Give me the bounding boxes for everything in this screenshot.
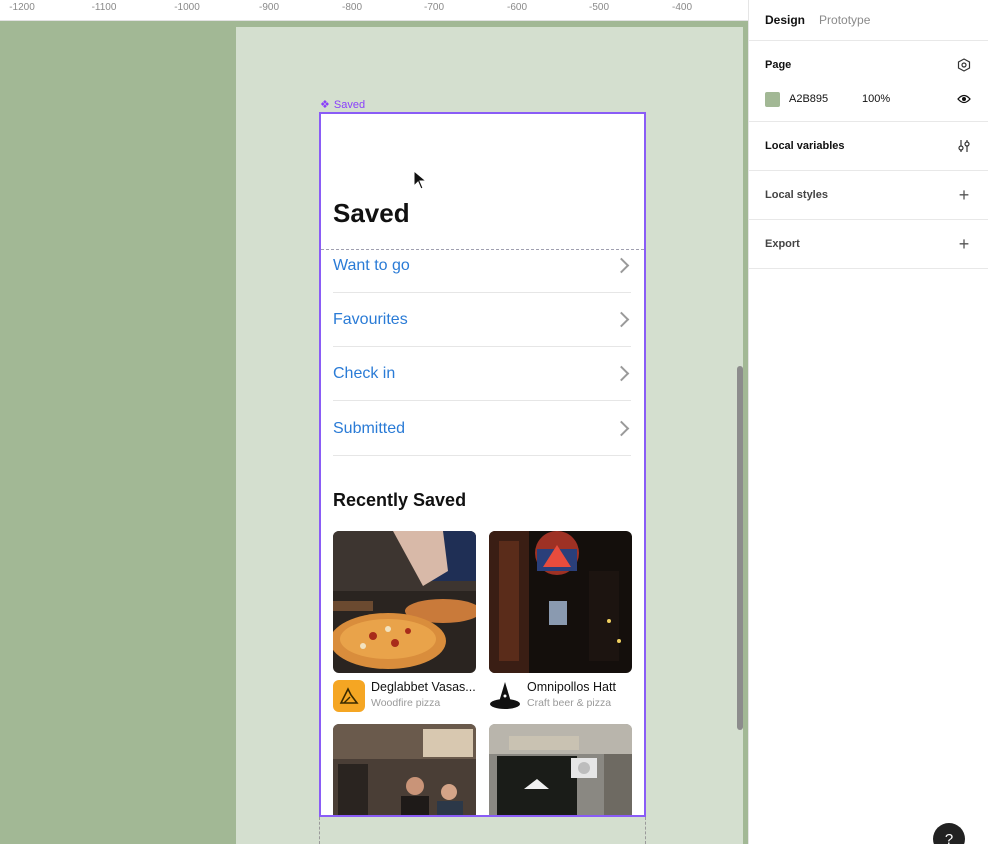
mouse-cursor-icon [413,169,429,195]
place-photo [489,531,632,673]
page-section-header: Page [765,41,972,89]
page-color-hex[interactable]: A2B895 [789,93,862,105]
place-category: Woodfire pizza [371,697,441,709]
ruler-tick-label: -700 [423,2,445,13]
ruler-tick-label: -600 [506,2,528,13]
frame-label[interactable]: ❖ Saved [320,98,366,112]
local-styles-section: Local styles + [749,171,988,220]
saved-frame[interactable]: Saved Want to go Favourites Check in Sub… [319,112,646,817]
ruler-tick-label: -1000 [174,2,200,13]
export-title: Export [765,238,800,250]
page-section-title: Page [765,59,792,71]
chevron-right-icon [613,311,630,328]
saved-place-card[interactable] [333,724,476,815]
horizontal-ruler: -1200 -1100 -1000 -900 -800 -700 -600 -5… [0,0,748,21]
tab-design[interactable]: Design [765,13,805,40]
ruler-tick-label: -400 [671,2,693,13]
place-photo [333,724,476,815]
canvas[interactable]: -1200 -1100 -1000 -900 -800 -700 -600 -5… [0,0,748,844]
saved-place-card[interactable] [489,724,632,815]
local-variables-header[interactable]: Local variables [765,122,972,170]
page-color-row[interactable]: A2B895 100% [765,89,972,121]
chevron-right-icon [613,257,630,274]
ruler-tick-label: -500 [588,2,610,13]
place-name: Omnipollos Hatt [527,680,616,694]
chevron-right-icon [613,365,630,382]
list-row-label: Want to go [333,256,410,274]
list-row-check-in[interactable]: Check in [333,347,631,401]
panel-tabs: Design Prototype [749,0,988,41]
place-name: Deglabbet Vasas... [371,680,476,694]
list-row-favourites[interactable]: Favourites [333,293,631,347]
plus-icon[interactable]: + [956,186,972,204]
place-logo-icon [333,680,365,712]
list-row-label: Check in [333,364,396,382]
export-header[interactable]: Export + [765,220,972,268]
list-row-label: Submitted [333,419,406,437]
tab-prototype[interactable]: Prototype [819,13,870,40]
saved-place-card[interactable]: Omnipollos Hatt Craft beer & pizza [489,531,632,712]
place-photo [333,531,476,673]
page-section: Page A2B895 100% [749,41,988,122]
ruler-tick-label: -900 [258,2,280,13]
page-settings-icon[interactable] [956,57,972,73]
local-variables-section: Local variables [749,122,988,171]
properties-panel: Design Prototype Page A2B895 100% Local … [748,0,988,844]
plus-icon[interactable]: + [956,235,972,253]
list-row-label: Favourites [333,310,408,328]
page-color-swatch[interactable] [765,91,780,107]
local-styles-title: Local styles [765,189,828,201]
export-section: Export + [749,220,988,269]
chevron-right-icon [613,420,630,437]
frame-overflow-guide [319,817,646,844]
recently-saved-heading: Recently Saved [333,490,467,510]
saved-place-card[interactable]: Deglabbet Vasas... Woodfire pizza [333,531,476,712]
list-row-submitted[interactable]: Submitted [333,402,631,456]
ruler-tick-label: -1100 [91,2,117,13]
place-category: Craft beer & pizza [527,697,612,709]
frame-label-text: Saved [333,98,366,111]
sliders-icon[interactable] [956,138,972,154]
ruler-tick-label: -1200 [9,2,35,13]
witch-hat-logo-icon [489,680,521,712]
local-styles-header[interactable]: Local styles + [765,171,972,219]
list-row-want-to-go[interactable]: Want to go [333,239,631,293]
component-icon: ❖ [320,99,330,111]
page-color-opacity[interactable]: 100% [862,93,956,105]
page-title: Saved [333,198,410,228]
canvas-vertical-scrollbar[interactable] [737,366,743,730]
place-photo [489,724,632,815]
eye-icon[interactable] [956,91,972,107]
ruler-tick-label: -800 [341,2,363,13]
local-variables-title: Local variables [765,140,845,152]
